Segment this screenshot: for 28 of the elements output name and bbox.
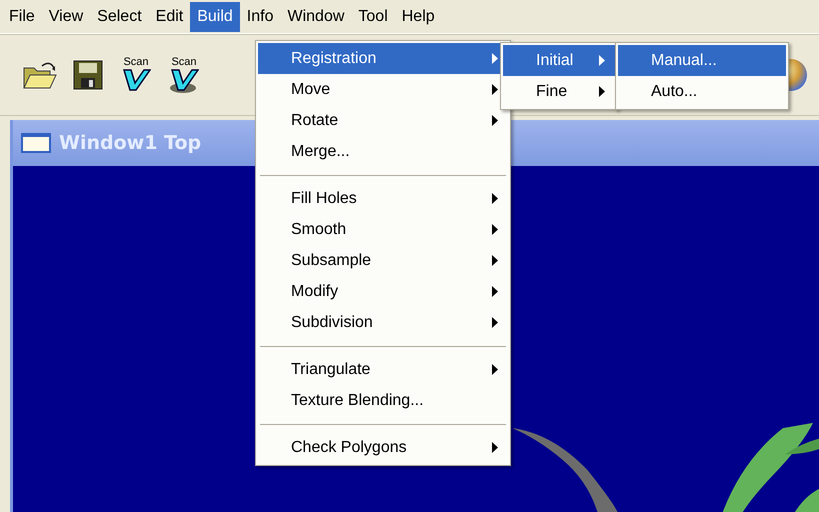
menu-item[interactable]: Auto... [618,76,786,107]
menu-item[interactable]: Fill Holes [258,183,508,214]
menu-item[interactable]: Smooth [258,214,508,245]
menu-item[interactable]: Texture Blending... [258,385,508,416]
menu-item[interactable]: Modify [258,276,508,307]
menu-item[interactable]: Merge... [258,136,508,167]
menu-item[interactable]: Triangulate [258,354,508,385]
checkmark-icon [169,68,199,94]
menu-bar-item[interactable]: Tool [351,2,395,32]
menu-item[interactable]: Subsample [258,245,508,276]
menu-bar-item[interactable]: Build [190,2,240,32]
menu-item[interactable]: Rotate [258,105,508,136]
menu-item[interactable]: Initial [503,45,615,76]
menu-bar-item[interactable]: File [2,2,42,32]
checkmark-icon [121,68,151,94]
menu-bar-item[interactable]: Info [240,2,280,32]
menu-bar-item[interactable]: Help [394,2,442,32]
menu-bar-item[interactable]: Window [280,2,352,32]
menu-item[interactable]: Subdivision [258,307,508,338]
window-icon [21,133,51,153]
menu-bar-item[interactable]: View [42,2,90,32]
menu-bar-item[interactable]: Select [90,2,149,32]
menu-item[interactable]: Check Polygons [258,432,508,463]
window-title: Window1 Top [59,132,202,154]
menu-bar-item[interactable]: Edit [148,2,190,32]
menu-item[interactable]: Manual... [618,45,786,76]
scan-button[interactable]: Scan [116,53,156,97]
scan-button[interactable]: Scan [164,53,204,97]
